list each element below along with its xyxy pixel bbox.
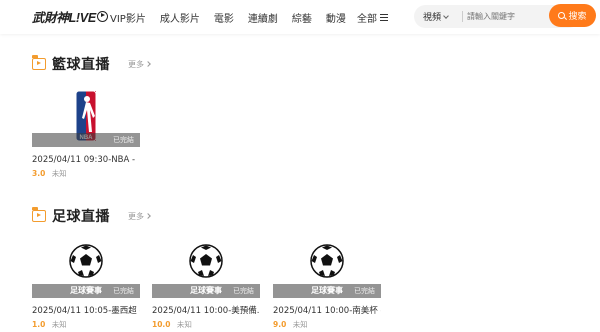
card-title[interactable]: 2025/04/11 09:30-NBA -【... [32, 153, 140, 165]
tv-icon [31, 55, 46, 70]
chevron-down-icon [443, 12, 449, 19]
section-title: 足球直播 [52, 209, 110, 225]
card-thumbnail[interactable]: NBA 已完結 [32, 88, 140, 147]
card-thumbnail[interactable]: 足球賽事 已完結 [32, 239, 140, 298]
logo-text: 武財神L!VE [32, 10, 96, 25]
card-title[interactable]: 2025/04/11 10:00-南美杯 -... [273, 304, 381, 316]
card-meta: 9.0 未知 [273, 319, 381, 330]
site-logo[interactable]: 武財神L!VE [32, 8, 108, 25]
live-status: 未知 [51, 169, 67, 178]
section-header-football: 足球直播 更多 [31, 206, 151, 226]
card-meta: 10.0 未知 [152, 319, 260, 330]
more-label: 更多 [128, 211, 144, 221]
score: 9.0 [273, 320, 287, 329]
search-input[interactable] [467, 9, 547, 23]
section-header-basketball: 籃球直播 更多 [31, 54, 151, 74]
nav-item-series[interactable]: 連續劇 [248, 10, 278, 25]
tv-icon [31, 207, 46, 222]
card-meta: 3.0 未知 [32, 168, 140, 179]
video-card[interactable]: 足球賽事 已完結 2025/04/11 10:00-南美杯 -... 9.0 未… [273, 239, 381, 330]
menu-icon [380, 14, 388, 21]
nav-item-variety[interactable]: 綜藝 [292, 10, 312, 25]
live-status: 未知 [176, 320, 192, 329]
nav-item-adult[interactable]: 成人影片 [160, 10, 200, 25]
search-button-label: 搜索 [568, 12, 587, 22]
score: 1.0 [32, 320, 46, 329]
more-link[interactable]: 更多 [128, 59, 151, 70]
status-overlay: 已完結 [113, 287, 134, 295]
search-type-select[interactable]: 視頻 [423, 10, 449, 23]
search-icon [558, 12, 566, 19]
play-icon [96, 10, 108, 22]
card-title[interactable]: 2025/04/11 10:05-墨西超 -... [32, 304, 140, 316]
all-label: 全部 [357, 14, 377, 25]
card-thumbnail[interactable]: 足球賽事 已完結 [273, 239, 381, 298]
chevron-right-icon [145, 213, 151, 219]
score: 10.0 [152, 320, 171, 329]
video-card[interactable]: NBA 已完結 2025/04/11 09:30-NBA -【... 3.0 未… [32, 88, 140, 179]
live-status: 未知 [292, 320, 308, 329]
card-thumbnail[interactable]: 足球賽事 已完結 [152, 239, 260, 298]
more-label: 更多 [128, 59, 144, 69]
score: 3.0 [32, 169, 46, 178]
video-card[interactable]: 足球賽事 已完結 2025/04/11 10:05-墨西超 -... 1.0 未… [32, 239, 140, 330]
more-link[interactable]: 更多 [128, 211, 151, 222]
nav-item-movies[interactable]: 電影 [214, 10, 234, 25]
search-divider [462, 11, 463, 22]
chevron-right-icon [145, 61, 151, 67]
status-overlay: 已完結 [233, 287, 254, 295]
search-type-label: 視頻 [423, 13, 442, 23]
status-overlay: 已完結 [113, 136, 134, 144]
status-overlay: 已完結 [354, 287, 375, 295]
search-button[interactable]: 搜索 [549, 4, 596, 27]
card-title[interactable]: 2025/04/11 10:00-美預備... [152, 304, 260, 316]
video-card[interactable]: 足球賽事 已完結 2025/04/11 10:00-美預備... 10.0 未知 [152, 239, 260, 330]
nav-item-vip[interactable]: VIP影片 [110, 10, 146, 25]
main-nav: VIP影片 成人影片 電影 連續劇 綜藝 動漫 [110, 10, 360, 25]
card-meta: 1.0 未知 [32, 319, 140, 330]
live-status: 未知 [51, 320, 67, 329]
section-title: 籃球直播 [52, 57, 110, 73]
top-header: 武財神L!VE VIP影片 成人影片 電影 連續劇 綜藝 動漫 全部 視頻 搜索 [0, 0, 600, 34]
all-categories-menu[interactable]: 全部 [357, 10, 388, 25]
nav-item-anime[interactable]: 動漫 [326, 10, 346, 25]
